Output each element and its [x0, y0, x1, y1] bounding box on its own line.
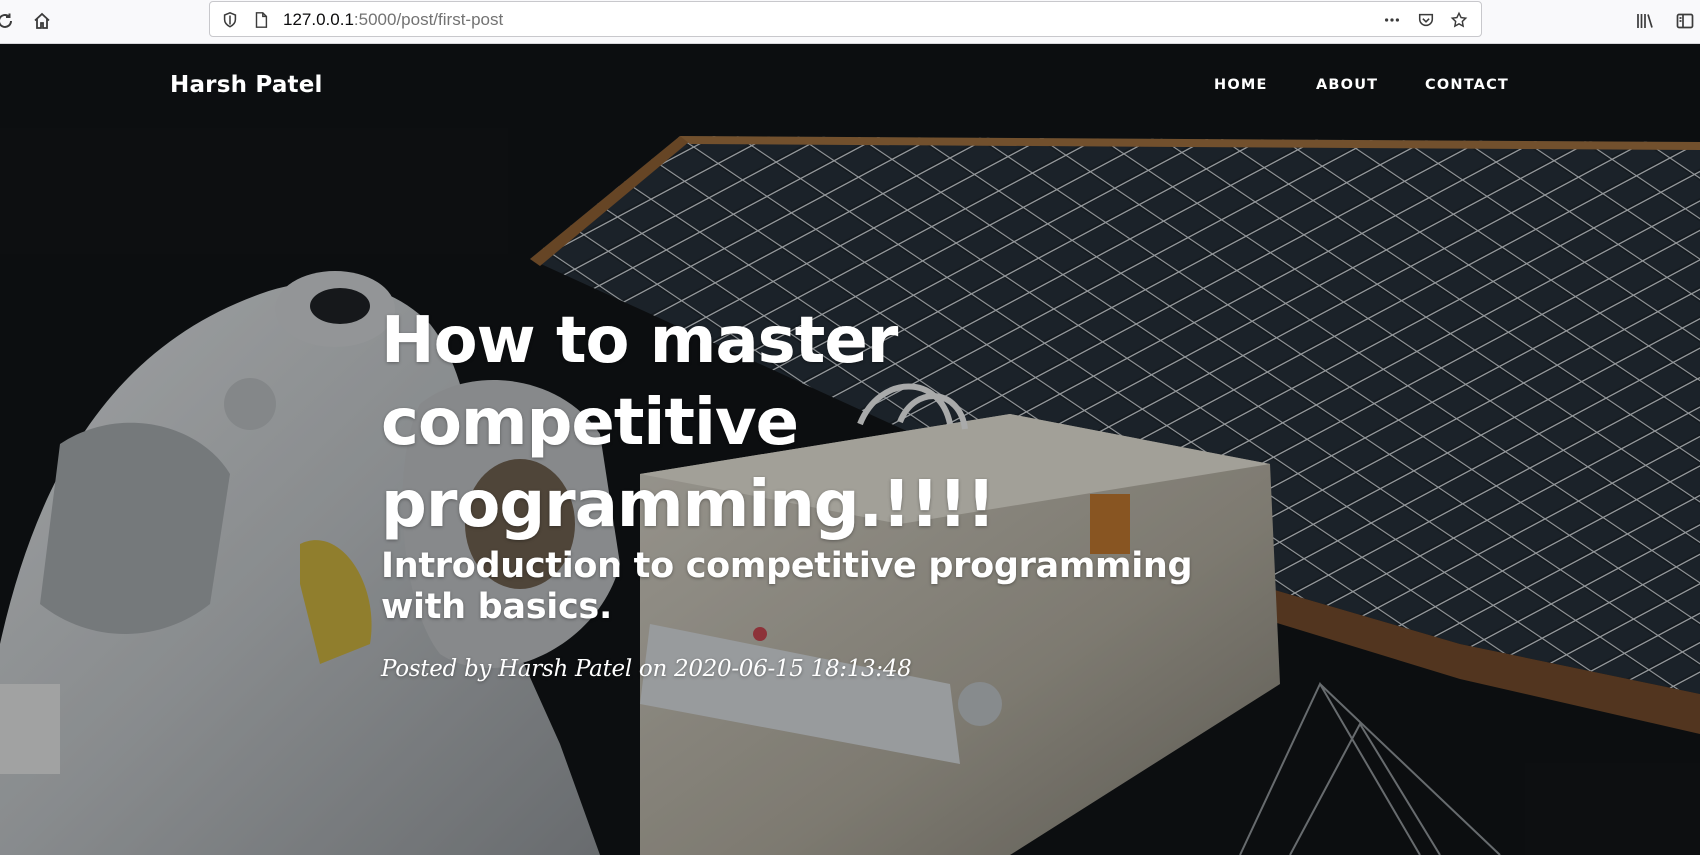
meta-prefix: Posted by — [381, 656, 492, 682]
url-text[interactable]: 127.0.0.1:5000/post/first-post — [283, 10, 503, 30]
post-subtitle: Introduction to competitive programming … — [381, 546, 1193, 627]
post-title-line: competitive — [381, 386, 799, 460]
post-title-line: programming.!!!! — [381, 468, 996, 542]
more-icon[interactable] — [1381, 9, 1403, 31]
browser-toolbar: 127.0.0.1:5000/post/first-post — [0, 0, 1700, 44]
home-icon[interactable] — [29, 8, 55, 34]
meta-on: on — [638, 656, 667, 682]
post-heading: How to master competitive programming.!!… — [381, 300, 1381, 682]
nav-home-link[interactable]: Home — [1214, 77, 1268, 93]
brand-link[interactable]: Harsh Patel — [170, 72, 323, 98]
page-icon[interactable] — [250, 9, 272, 31]
sidebar-icon[interactable] — [1672, 8, 1698, 34]
reload-icon[interactable] — [0, 8, 18, 34]
url-path: :5000/post/first-post — [353, 10, 504, 29]
navbar: Harsh Patel Home About Contact — [0, 44, 1700, 128]
bookmark-star-icon[interactable] — [1448, 9, 1470, 31]
author-link[interactable]: Harsh Patel — [498, 656, 632, 682]
post-date: 2020-06-15 18:13:48 — [673, 656, 912, 682]
url-bar[interactable]: 127.0.0.1:5000/post/first-post — [209, 1, 1482, 37]
post-title-line: How to master — [381, 304, 898, 378]
library-icon[interactable] — [1632, 8, 1658, 34]
page: Harsh Patel Home About Contact How to ma… — [0, 44, 1700, 855]
post-meta: Posted by Harsh Patel on 2020-06-15 18:1… — [381, 656, 1381, 682]
post-title: How to master competitive programming.!!… — [381, 300, 1381, 546]
url-host: 127.0.0.1 — [283, 10, 354, 29]
pocket-icon[interactable] — [1415, 9, 1437, 31]
nav-about-link[interactable]: About — [1316, 77, 1378, 93]
nav-contact-link[interactable]: Contact — [1425, 77, 1509, 93]
shield-icon[interactable] — [219, 9, 241, 31]
